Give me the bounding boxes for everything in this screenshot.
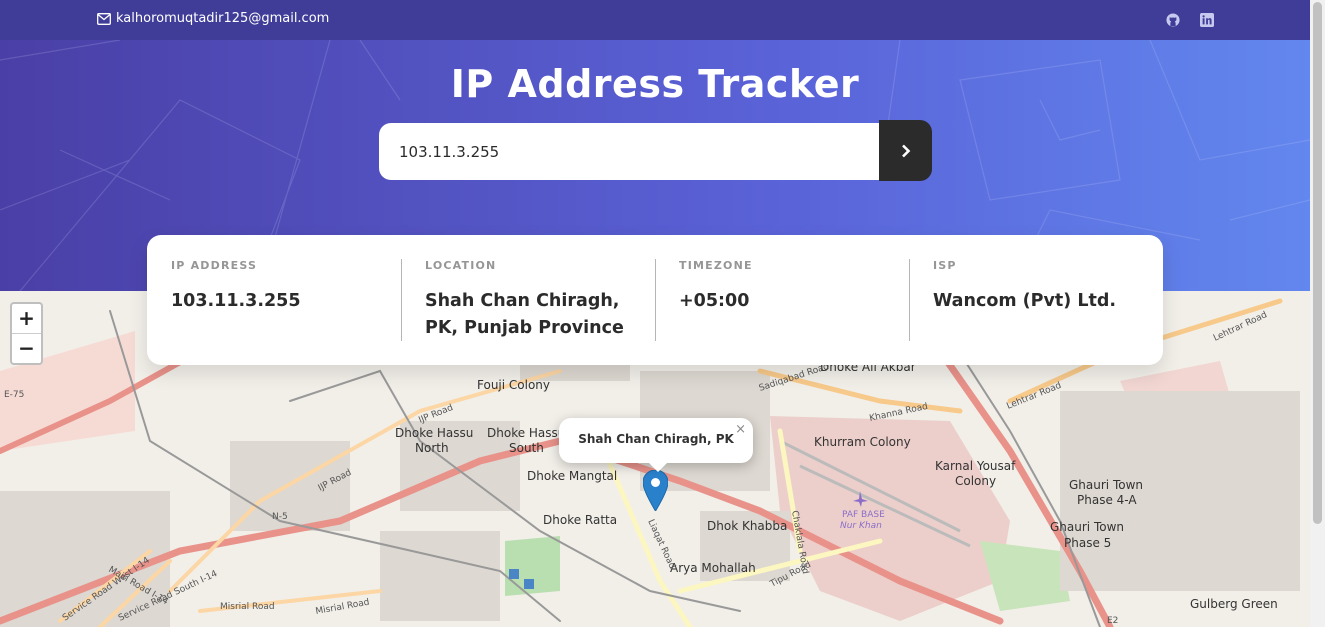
- zoom-out-button[interactable]: −: [12, 334, 41, 364]
- svg-text:PAF BASE: PAF BASE: [842, 510, 885, 520]
- zoom-in-button[interactable]: +: [12, 304, 41, 334]
- svg-text:Dhok Khabba: Dhok Khabba: [707, 519, 787, 533]
- svg-text:E2: E2: [1107, 616, 1118, 626]
- popup-tip: [648, 462, 668, 472]
- svg-text:Gulberg Green: Gulberg Green: [1190, 597, 1278, 611]
- svg-text:Dhoke Mangtal: Dhoke Mangtal: [527, 469, 617, 483]
- svg-text:Khurram Colony: Khurram Colony: [814, 435, 911, 449]
- svg-text:Colony: Colony: [955, 474, 996, 488]
- zoom-control: + −: [10, 302, 43, 365]
- svg-text:Fouji Colony: Fouji Colony: [477, 378, 550, 392]
- svg-text:Dhoke Hassu: Dhoke Hassu: [395, 426, 473, 440]
- svg-text:Ghauri Town: Ghauri Town: [1050, 520, 1124, 534]
- svg-text:Arya Mohallah: Arya Mohallah: [670, 561, 756, 575]
- page-scrollbar[interactable]: [1310, 0, 1325, 627]
- svg-text:Dhoke Ratta: Dhoke Ratta: [543, 513, 617, 527]
- search-submit-button[interactable]: [879, 120, 932, 181]
- top-bar: kalhoromuqtadir125@gmail.com: [0, 0, 1310, 40]
- svg-text:E-75: E-75: [4, 390, 24, 400]
- location-popup: × Shah Chan Chiragh, PK: [559, 418, 753, 472]
- scrollbar-thumb[interactable]: [1313, 2, 1322, 524]
- ip-search-input[interactable]: [379, 123, 879, 180]
- info-location: LOCATION Shah Chan Chiragh, PK, Punjab P…: [401, 259, 655, 341]
- info-card: IP ADDRESS 103.11.3.255 LOCATION Shah Ch…: [147, 235, 1163, 365]
- ip-value: 103.11.3.255: [171, 291, 301, 311]
- svg-text:South: South: [509, 441, 544, 455]
- isp-value: Wancom (Pvt) Ltd.: [933, 291, 1117, 311]
- timezone-label: TIMEZONE: [679, 259, 753, 272]
- location-value: Shah Chan Chiragh, PK, Punjab Province: [425, 288, 631, 342]
- svg-text:Phase 4-A: Phase 4-A: [1077, 493, 1137, 507]
- linkedin-icon[interactable]: [1200, 12, 1214, 27]
- location-line-1: Shah Chan Chiragh,: [425, 291, 620, 311]
- svg-text:Phase 5: Phase 5: [1064, 536, 1111, 550]
- svg-text:N-5: N-5: [272, 512, 288, 522]
- info-timezone: TIMEZONE +05:00: [655, 259, 909, 341]
- location-line-2: PK, Punjab Province: [425, 318, 624, 338]
- svg-text:Dhoke Hassu: Dhoke Hassu: [487, 426, 565, 440]
- isp-label: ISP: [933, 259, 957, 272]
- github-icon[interactable]: [1166, 12, 1180, 27]
- chevron-right-icon: [901, 144, 910, 157]
- social-links: [1166, 12, 1214, 27]
- email-contact[interactable]: kalhoromuqtadir125@gmail.com: [97, 11, 329, 26]
- svg-text:Misrial Road: Misrial Road: [220, 602, 275, 612]
- svg-text:Nur Khan: Nur Khan: [840, 521, 882, 531]
- svg-text:North: North: [415, 441, 449, 455]
- search-form: [379, 120, 932, 181]
- location-marker-icon[interactable]: [643, 470, 668, 511]
- svg-text:Karnal Yousaf: Karnal Yousaf: [935, 459, 1016, 473]
- mail-icon: [97, 12, 111, 25]
- page-title: IP Address Tracker: [450, 62, 860, 106]
- location-label: LOCATION: [425, 259, 497, 272]
- email-text: kalhoromuqtadir125@gmail.com: [116, 11, 330, 26]
- info-ip: IP ADDRESS 103.11.3.255: [147, 259, 401, 341]
- ip-label: IP ADDRESS: [171, 259, 258, 272]
- popup-text: Shah Chan Chiragh, PK: [578, 432, 734, 446]
- info-isp: ISP Wancom (Pvt) Ltd.: [909, 259, 1163, 341]
- timezone-value: +05:00: [679, 291, 750, 311]
- svg-text:Ghauri Town: Ghauri Town: [1069, 478, 1143, 492]
